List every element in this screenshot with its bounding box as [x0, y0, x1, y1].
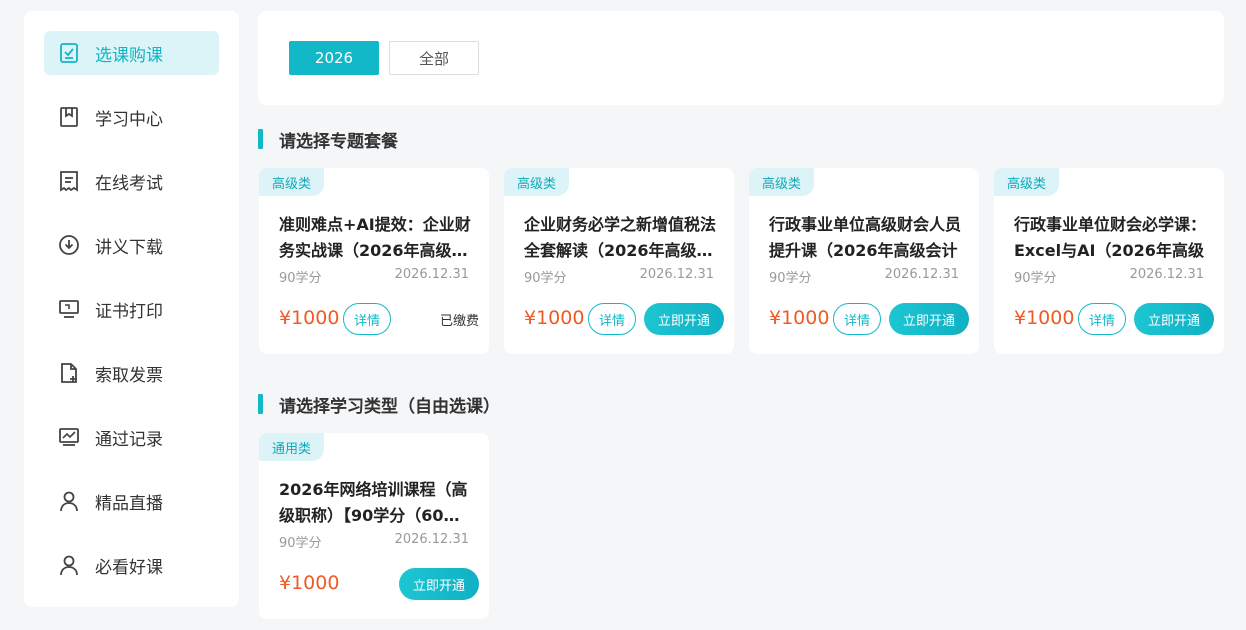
sidebar-item-label: 索取发票 [95, 365, 163, 386]
year-filter-panel: 2026 全部 [258, 11, 1224, 105]
tab-year-2026[interactable]: 2026 [289, 41, 379, 75]
course-credit: 90学分 [279, 271, 322, 286]
detail-button[interactable]: 详情 [1078, 303, 1126, 335]
course-date: 2026.12.31 [394, 267, 469, 282]
category-tag: 高级类 [504, 168, 570, 196]
chart-record-icon [58, 426, 80, 448]
sidebar-item-label: 学习中心 [95, 109, 163, 130]
detail-button[interactable]: 详情 [343, 303, 391, 335]
user-icon [58, 554, 80, 576]
course-price: ¥1000 [769, 307, 830, 329]
sidebar-item-online-exam[interactable]: 在线考试 [44, 159, 219, 203]
sidebar-item-live[interactable]: 精品直播 [44, 479, 219, 523]
sidebar-item-label: 通过记录 [95, 429, 163, 450]
category-tag: 高级类 [994, 168, 1060, 196]
download-circle-icon [58, 234, 80, 256]
general-course-card: 通用类 2026年网络培训课程（高级职称）【90学分（60学时）】 90学分 2… [259, 433, 489, 619]
course-credit: 90学分 [1014, 271, 1057, 286]
course-credit: 90学分 [524, 271, 567, 286]
sidebar-item-study-center[interactable]: 学习中心 [44, 95, 219, 139]
open-now-button[interactable]: 立即开通 [644, 303, 724, 335]
sidebar-item-label: 在线考试 [95, 173, 163, 194]
course-date: 2026.12.31 [884, 267, 959, 282]
course-credit: 90学分 [769, 271, 812, 286]
sidebar-item-label: 证书打印 [95, 301, 163, 322]
course-price: ¥1000 [1014, 307, 1075, 329]
course-date: 2026.12.31 [1129, 267, 1204, 282]
sidebar-item-pass-record[interactable]: 通过记录 [44, 415, 219, 459]
course-title[interactable]: 行政事业单位高级财会人员提升课（2026年高级会计 [769, 212, 965, 264]
course-title[interactable]: 2026年网络培训课程（高级职称）【90学分（60学时）】 [279, 477, 475, 529]
tab-year-all[interactable]: 全部 [389, 41, 479, 75]
sidebar: 选课购课 学习中心 在线考试 讲义下载 证书打印 索取发票 通过记录 精品直播 … [24, 11, 239, 607]
detail-button[interactable]: 详情 [833, 303, 881, 335]
package-card: 高级类 准则难点+AI提效：企业财务实战课（2026年高级会计 90学分 202… [259, 168, 489, 354]
category-tag: 高级类 [259, 168, 325, 196]
paid-status: 已缴费 [439, 314, 479, 329]
sidebar-item-request-invoice[interactable]: 索取发票 [44, 351, 219, 395]
course-date: 2026.12.31 [394, 532, 469, 547]
sidebar-item-course-select[interactable]: 选课购课 [44, 31, 219, 75]
category-tag: 通用类 [259, 433, 325, 461]
user-icon [58, 490, 80, 512]
category-tag: 高级类 [749, 168, 815, 196]
course-title[interactable]: 准则难点+AI提效：企业财务实战课（2026年高级会计 [279, 212, 475, 264]
course-price: ¥1000 [524, 307, 585, 329]
monitor-certificate-icon [58, 298, 80, 320]
checklist-icon [58, 42, 80, 64]
open-now-button[interactable]: 立即开通 [1134, 303, 1214, 335]
section-title-packages: 请选择专题套餐 [258, 127, 398, 152]
sidebar-item-handout-download[interactable]: 讲义下载 [44, 223, 219, 267]
open-now-button[interactable]: 立即开通 [399, 568, 479, 600]
sidebar-item-label: 必看好课 [95, 557, 163, 578]
sidebar-item-label: 讲义下载 [95, 237, 163, 258]
detail-button[interactable]: 详情 [588, 303, 636, 335]
exam-paper-icon [58, 170, 80, 192]
course-price: ¥1000 [279, 572, 340, 594]
open-now-button[interactable]: 立即开通 [889, 303, 969, 335]
sidebar-item-certificate-print[interactable]: 证书打印 [44, 287, 219, 331]
course-price: ¥1000 [279, 307, 340, 329]
package-card: 高级类 行政事业单位高级财会人员提升课（2026年高级会计 90学分 2026.… [749, 168, 979, 354]
course-credit: 90学分 [279, 536, 322, 551]
course-title[interactable]: 行政事业单位财会必学课：Excel与AI（2026年高级 [1014, 212, 1210, 264]
sidebar-item-label: 选课购课 [95, 45, 163, 66]
package-card: 高级类 行政事业单位财会必学课：Excel与AI（2026年高级 90学分 20… [994, 168, 1224, 354]
sidebar-item-must-watch[interactable]: 必看好课 [44, 543, 219, 587]
sidebar-item-label: 精品直播 [95, 493, 163, 514]
package-card: 高级类 企业财务必学之新增值税法全套解读（2026年高级会计 90学分 2026… [504, 168, 734, 354]
bookmark-book-icon [58, 106, 80, 128]
course-title[interactable]: 企业财务必学之新增值税法全套解读（2026年高级会计 [524, 212, 720, 264]
course-date: 2026.12.31 [639, 267, 714, 282]
section-title-free-select: 请选择学习类型（自由选课） [258, 392, 500, 417]
file-add-icon [58, 362, 80, 384]
